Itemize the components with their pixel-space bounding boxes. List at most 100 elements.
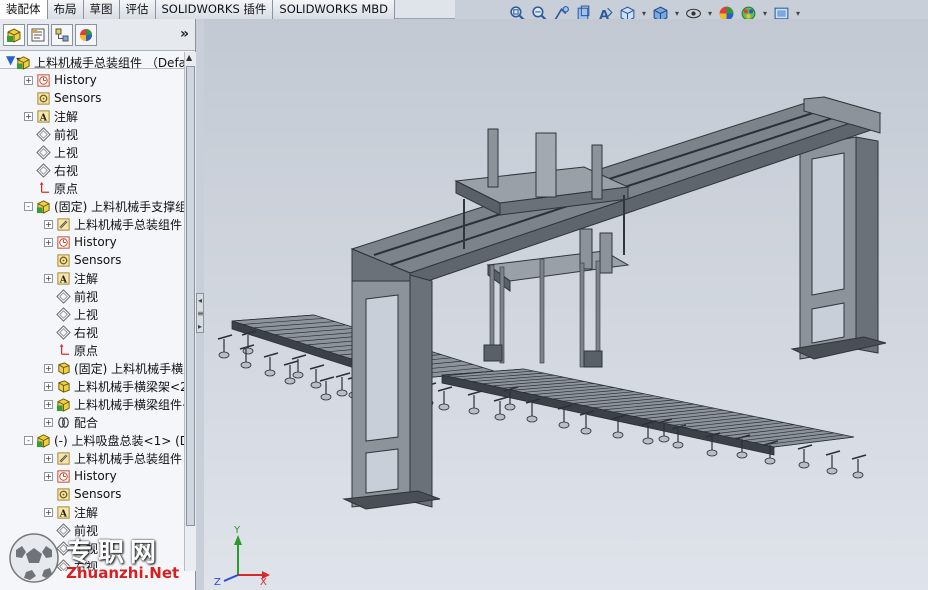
sensors-icon (55, 252, 71, 268)
tree-scrollbar[interactable]: ▲ (184, 52, 196, 571)
panel-splitter-handle[interactable]: ◂ ≡ ▸ (196, 293, 204, 333)
configuration-manager-icon[interactable] (51, 23, 73, 46)
assembly-icon (15, 54, 31, 70)
tree-item[interactable]: + (固定) 上料机械手横梁架< (0, 359, 184, 377)
expand-icon[interactable]: + (44, 417, 53, 427)
collapse-icon[interactable]: - (24, 201, 33, 211)
tree-item[interactable]: 上视 (0, 143, 184, 161)
tree-item[interactable]: 上料机械手总装组件 （Default<Disp (0, 53, 184, 71)
vertical-rods (483, 258, 603, 368)
property-manager-icon[interactable] (27, 23, 49, 46)
display-manager-icon[interactable] (75, 23, 97, 46)
right-gantry-column (790, 136, 887, 360)
tree-item-label: 右视 (54, 163, 79, 178)
expand-icon[interactable]: + (24, 75, 33, 85)
origin-icon (55, 342, 71, 358)
chevron-down-icon[interactable]: ▾ (761, 9, 769, 18)
tree-item-label: 前视 (74, 289, 99, 304)
tree-item[interactable]: + 配合 (0, 413, 184, 431)
graphics-area[interactable]: Y X Z (204, 19, 928, 590)
tab-4[interactable]: SOLIDWORKS 插件 (155, 0, 274, 19)
tree-item[interactable]: + 上料机械手横梁组件<1> (0, 395, 184, 413)
tree-item-label: 上料机械手横梁组件<1> (74, 397, 184, 412)
tree-item[interactable]: 前视 (0, 287, 184, 305)
origin-icon (35, 180, 51, 196)
tree-item[interactable]: + History (0, 71, 184, 89)
tree-item[interactable]: Sensors (0, 251, 184, 269)
scrollbar-thumb[interactable] (186, 66, 195, 526)
feature-manager-icon[interactable] (3, 23, 25, 46)
tab-1[interactable]: 布局 (47, 0, 84, 19)
history-icon (55, 468, 71, 484)
subassembly-icon (55, 396, 71, 412)
tree-item-label: 上视 (54, 145, 79, 160)
tree-item[interactable]: Sensors (0, 89, 184, 107)
sensors-icon (55, 486, 71, 502)
plane-icon (35, 126, 51, 142)
part-icon (55, 360, 71, 376)
tree-item-label: History (54, 73, 97, 87)
tree-item[interactable]: + 上料机械手总装组件 中的配 (0, 215, 184, 233)
tree-item-label: History (74, 235, 117, 249)
tree-item-label: History (74, 469, 117, 483)
mates-folder-icon (55, 450, 71, 466)
tree-item[interactable]: + A 注解 (0, 107, 184, 125)
tree-item[interactable]: 右视 (0, 161, 184, 179)
expand-icon[interactable]: + (24, 111, 33, 121)
history-icon (55, 234, 71, 250)
tree-item-label: (-) 上料吸盘总装<1> (Default (54, 433, 184, 448)
tree-item-label: 前视 (54, 127, 79, 142)
tree-item[interactable]: + History (0, 467, 184, 485)
scroll-up-icon[interactable]: ▲ (186, 53, 192, 62)
tree-item[interactable]: 上视 (0, 305, 184, 323)
tab-5[interactable]: SOLIDWORKS MBD (273, 0, 396, 19)
svg-text:A: A (58, 274, 67, 285)
tree-item-label: Sensors (74, 253, 122, 267)
tree-item[interactable]: + A 注解 (0, 503, 184, 521)
expand-icon[interactable]: + (44, 381, 53, 391)
tree-item-label: 上料机械手总装组件 中的配 (74, 217, 184, 232)
sensors-icon (35, 90, 51, 106)
tree-item-label: 原点 (54, 181, 79, 196)
plane-icon (55, 288, 71, 304)
tab-3[interactable]: 评估 (119, 0, 156, 19)
expand-icon[interactable]: + (44, 507, 53, 517)
expand-icon[interactable]: + (44, 471, 53, 481)
tree-item-label: 注解 (74, 271, 99, 286)
tree-item[interactable]: 原点 (0, 179, 184, 197)
expand-icon[interactable]: + (44, 273, 53, 283)
assembly-model[interactable]: Y X Z (204, 19, 928, 590)
chevron-down-icon[interactable]: ▾ (673, 9, 681, 18)
tree-item[interactable]: Sensors (0, 485, 184, 503)
expand-icon[interactable]: + (44, 237, 53, 247)
tree-item-label: 上料机械手横梁架<2> (74, 379, 184, 394)
tree-item[interactable]: + A 注解 (0, 269, 184, 287)
tree-item[interactable]: + 上料机械手横梁架<2> (0, 377, 184, 395)
chevron-down-icon[interactable]: ▾ (794, 9, 802, 18)
triad-x-label: X (260, 577, 267, 588)
expand-icon[interactable]: + (44, 399, 53, 409)
tree-item[interactable]: - (-) 上料吸盘总装<1> (Default (0, 431, 184, 449)
tree-item[interactable]: - (固定) 上料机械手支撑组件<1> ( (0, 197, 184, 215)
tree-item-label: Sensors (54, 91, 102, 105)
svg-text:A: A (58, 508, 67, 519)
tab-2[interactable]: 草图 (83, 0, 120, 19)
chevron-down-icon[interactable]: ▾ (640, 9, 648, 18)
expand-panel-button[interactable]: » (180, 26, 189, 42)
tree-item[interactable]: 右视 (0, 323, 184, 341)
expand-icon[interactable]: + (44, 453, 53, 463)
tab-0[interactable]: 装配体 (0, 0, 48, 19)
tree-item-label: 上料机械手总装组件 （Default<Disp (34, 55, 184, 70)
chevron-down-icon[interactable]: ▾ (706, 9, 714, 18)
plane-icon (35, 144, 51, 160)
tree-item-label: 原点 (74, 343, 99, 358)
tree-item[interactable]: + 上料机械手总装组件 中的配 (0, 449, 184, 467)
expand-icon[interactable]: + (44, 363, 53, 373)
tree-item[interactable]: + History (0, 233, 184, 251)
collapse-icon[interactable]: - (24, 435, 33, 445)
plane-icon (35, 162, 51, 178)
tree-item-label: 右视 (74, 325, 99, 340)
tree-item[interactable]: 原点 (0, 341, 184, 359)
expand-icon[interactable]: + (44, 219, 53, 229)
tree-item[interactable]: 前视 (0, 125, 184, 143)
